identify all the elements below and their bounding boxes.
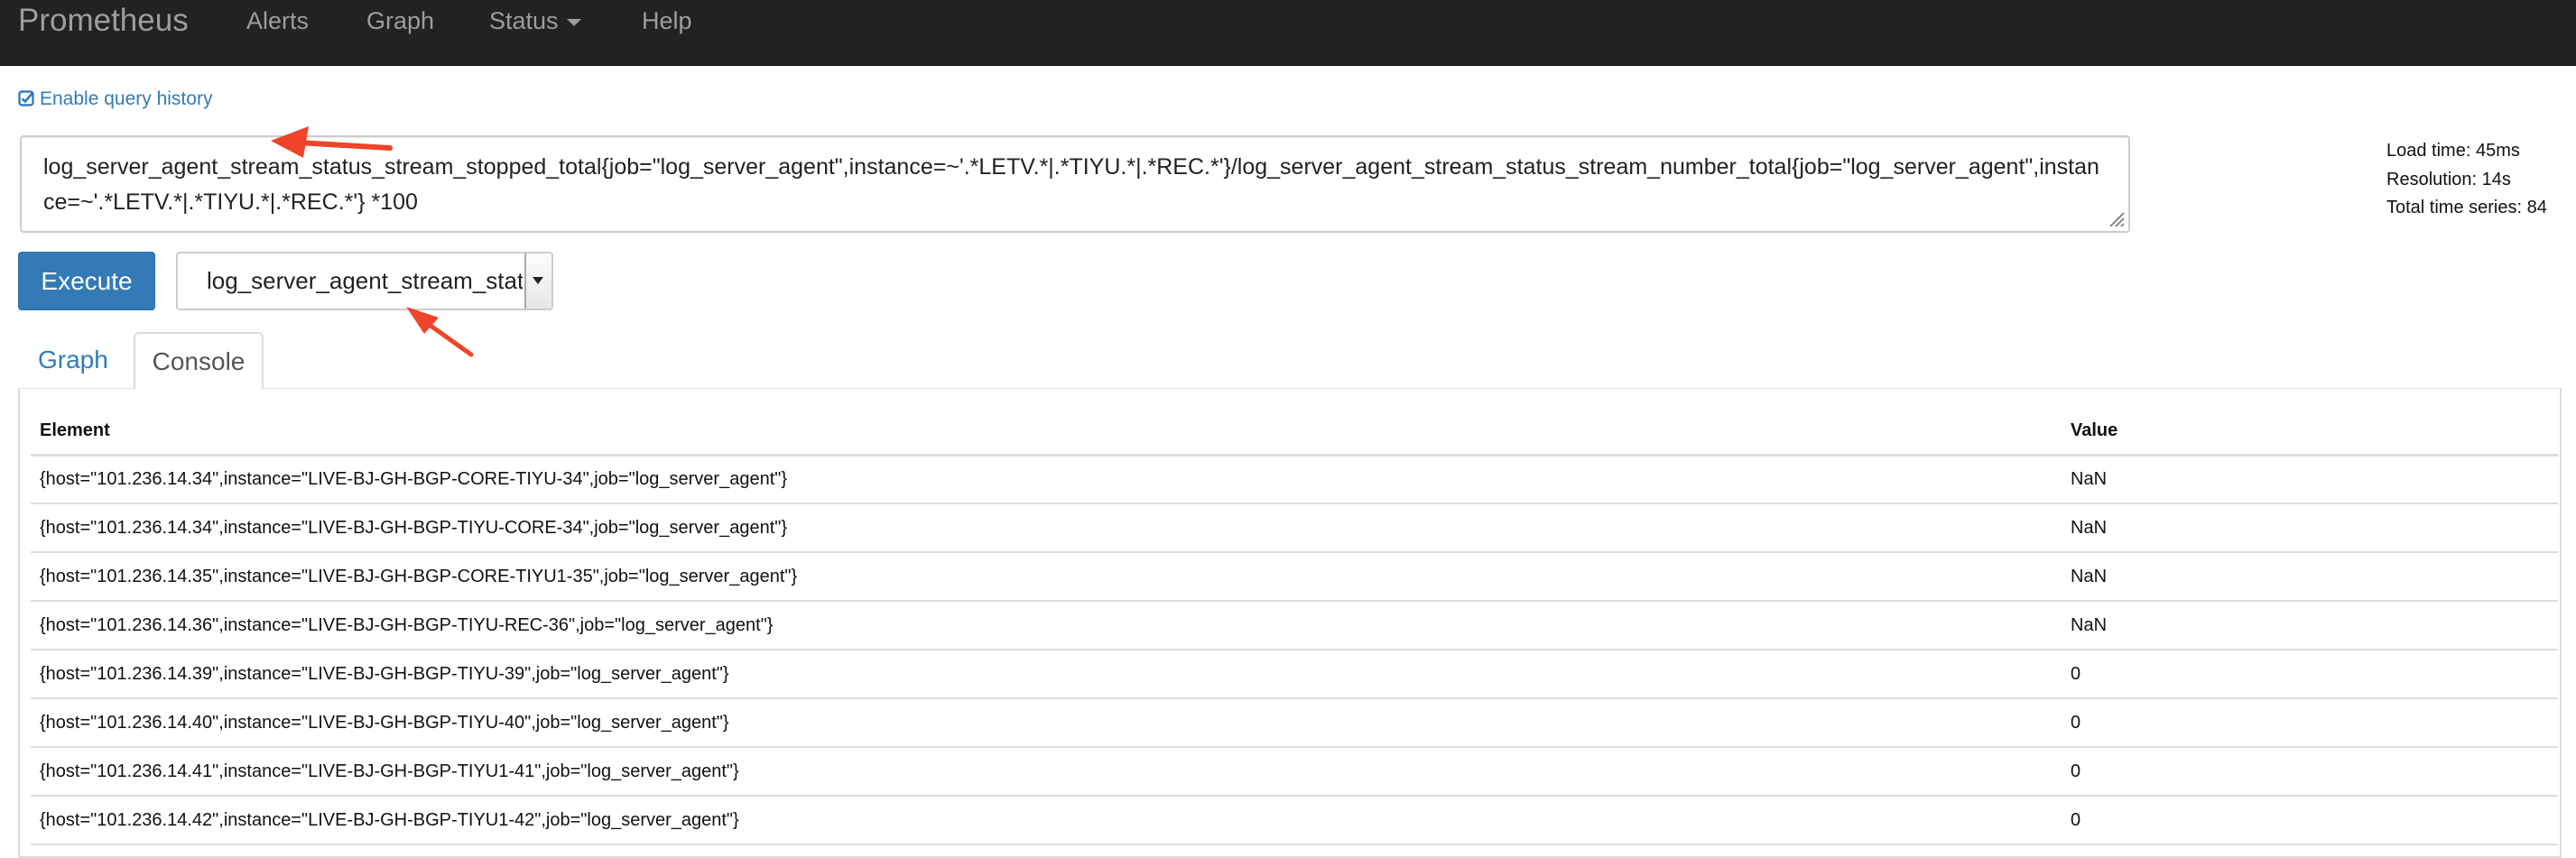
console-table: Element Value {host="101.236.14.34",inst… — [31, 408, 2558, 845]
metric-select-toggle[interactable] — [524, 254, 551, 309]
row-value: NaN — [2062, 601, 2558, 650]
nav-alerts[interactable]: Alerts — [246, 0, 309, 42]
query-history-label: Enable query history — [40, 88, 213, 109]
row-value: 0 — [2062, 698, 2558, 748]
row-element: {host="101.236.14.35",instance="LIVE-BJ-… — [31, 552, 2062, 602]
table-row: {host="101.236.14.34",instance="LIVE-BJ-… — [31, 503, 2558, 553]
expression-input[interactable]: log_server_agent_stream_status_stream_st… — [20, 135, 2130, 233]
resize-grip-icon[interactable] — [2105, 208, 2125, 227]
row-element: {host="101.236.14.36",instance="LIVE-BJ-… — [31, 601, 2062, 650]
total-time-series: Total time series: 84 — [2386, 198, 2547, 217]
row-value: 0 — [2062, 747, 2558, 797]
execute-button[interactable]: Execute — [18, 252, 155, 310]
row-element: {host="101.236.14.34",instance="LIVE-BJ-… — [31, 503, 2062, 553]
table-row: {host="101.236.14.41",instance="LIVE-BJ-… — [31, 747, 2558, 797]
row-value: 0 — [2062, 796, 2558, 845]
dropdown-arrow-icon — [533, 277, 543, 284]
table-header-row: Element Value — [31, 408, 2558, 457]
expression-text: log_server_agent_stream_status_stream_st… — [43, 154, 2099, 215]
view-tabs: Graph Console — [18, 332, 2562, 392]
metric-select[interactable]: log_server_agent_stream_status_stream_st… — [176, 252, 553, 310]
table-row: {host="101.236.14.40",instance="LIVE-BJ-… — [31, 698, 2558, 748]
metric-select-value: log_server_agent_stream_status_stream_st… — [207, 267, 523, 294]
top-navbar: Prometheus Alerts Graph Status Help — [0, 0, 2576, 66]
tab-console[interactable]: Console — [134, 332, 264, 392]
query-stats: Load time: 45ms Resolution: 14s Total ti… — [2386, 137, 2547, 223]
nav-status-label: Status — [489, 7, 559, 34]
load-time: Load time: 45ms — [2386, 141, 2520, 161]
brand-link[interactable]: Prometheus — [18, 0, 189, 42]
row-value: NaN — [2062, 503, 2558, 553]
table-row: {host="101.236.14.35",instance="LIVE-BJ-… — [31, 552, 2558, 602]
table-row: {host="101.236.14.36",instance="LIVE-BJ-… — [31, 601, 2558, 650]
row-element: {host="101.236.14.42",instance="LIVE-BJ-… — [31, 796, 2062, 845]
row-element: {host="101.236.14.40",instance="LIVE-BJ-… — [31, 698, 2062, 748]
caret-down-icon — [566, 18, 581, 26]
table-row: {host="101.236.14.34",instance="LIVE-BJ-… — [31, 455, 2558, 504]
column-header-element: Element — [31, 408, 2062, 457]
row-element: {host="101.236.14.34",instance="LIVE-BJ-… — [31, 455, 2062, 504]
row-element: {host="101.236.14.41",instance="LIVE-BJ-… — [31, 747, 2062, 797]
nav-status-dropdown[interactable]: Status — [489, 0, 581, 42]
column-header-value: Value — [2062, 408, 2558, 457]
row-value: NaN — [2062, 455, 2558, 504]
nav-graph[interactable]: Graph — [366, 0, 434, 42]
query-history-toggle[interactable]: Enable query history — [18, 87, 212, 112]
check-square-icon — [18, 90, 34, 106]
resolution: Resolution: 14s — [2386, 169, 2511, 189]
row-value: 0 — [2062, 650, 2558, 699]
tab-graph[interactable]: Graph — [20, 332, 126, 390]
console-panel: Element Value {host="101.236.14.34",inst… — [18, 389, 2562, 858]
row-value: NaN — [2062, 552, 2558, 602]
row-element: {host="101.236.14.39",instance="LIVE-BJ-… — [31, 650, 2062, 699]
table-row: {host="101.236.14.39",instance="LIVE-BJ-… — [31, 650, 2558, 699]
table-row: {host="101.236.14.42",instance="LIVE-BJ-… — [31, 796, 2558, 845]
nav-help[interactable]: Help — [642, 0, 692, 42]
